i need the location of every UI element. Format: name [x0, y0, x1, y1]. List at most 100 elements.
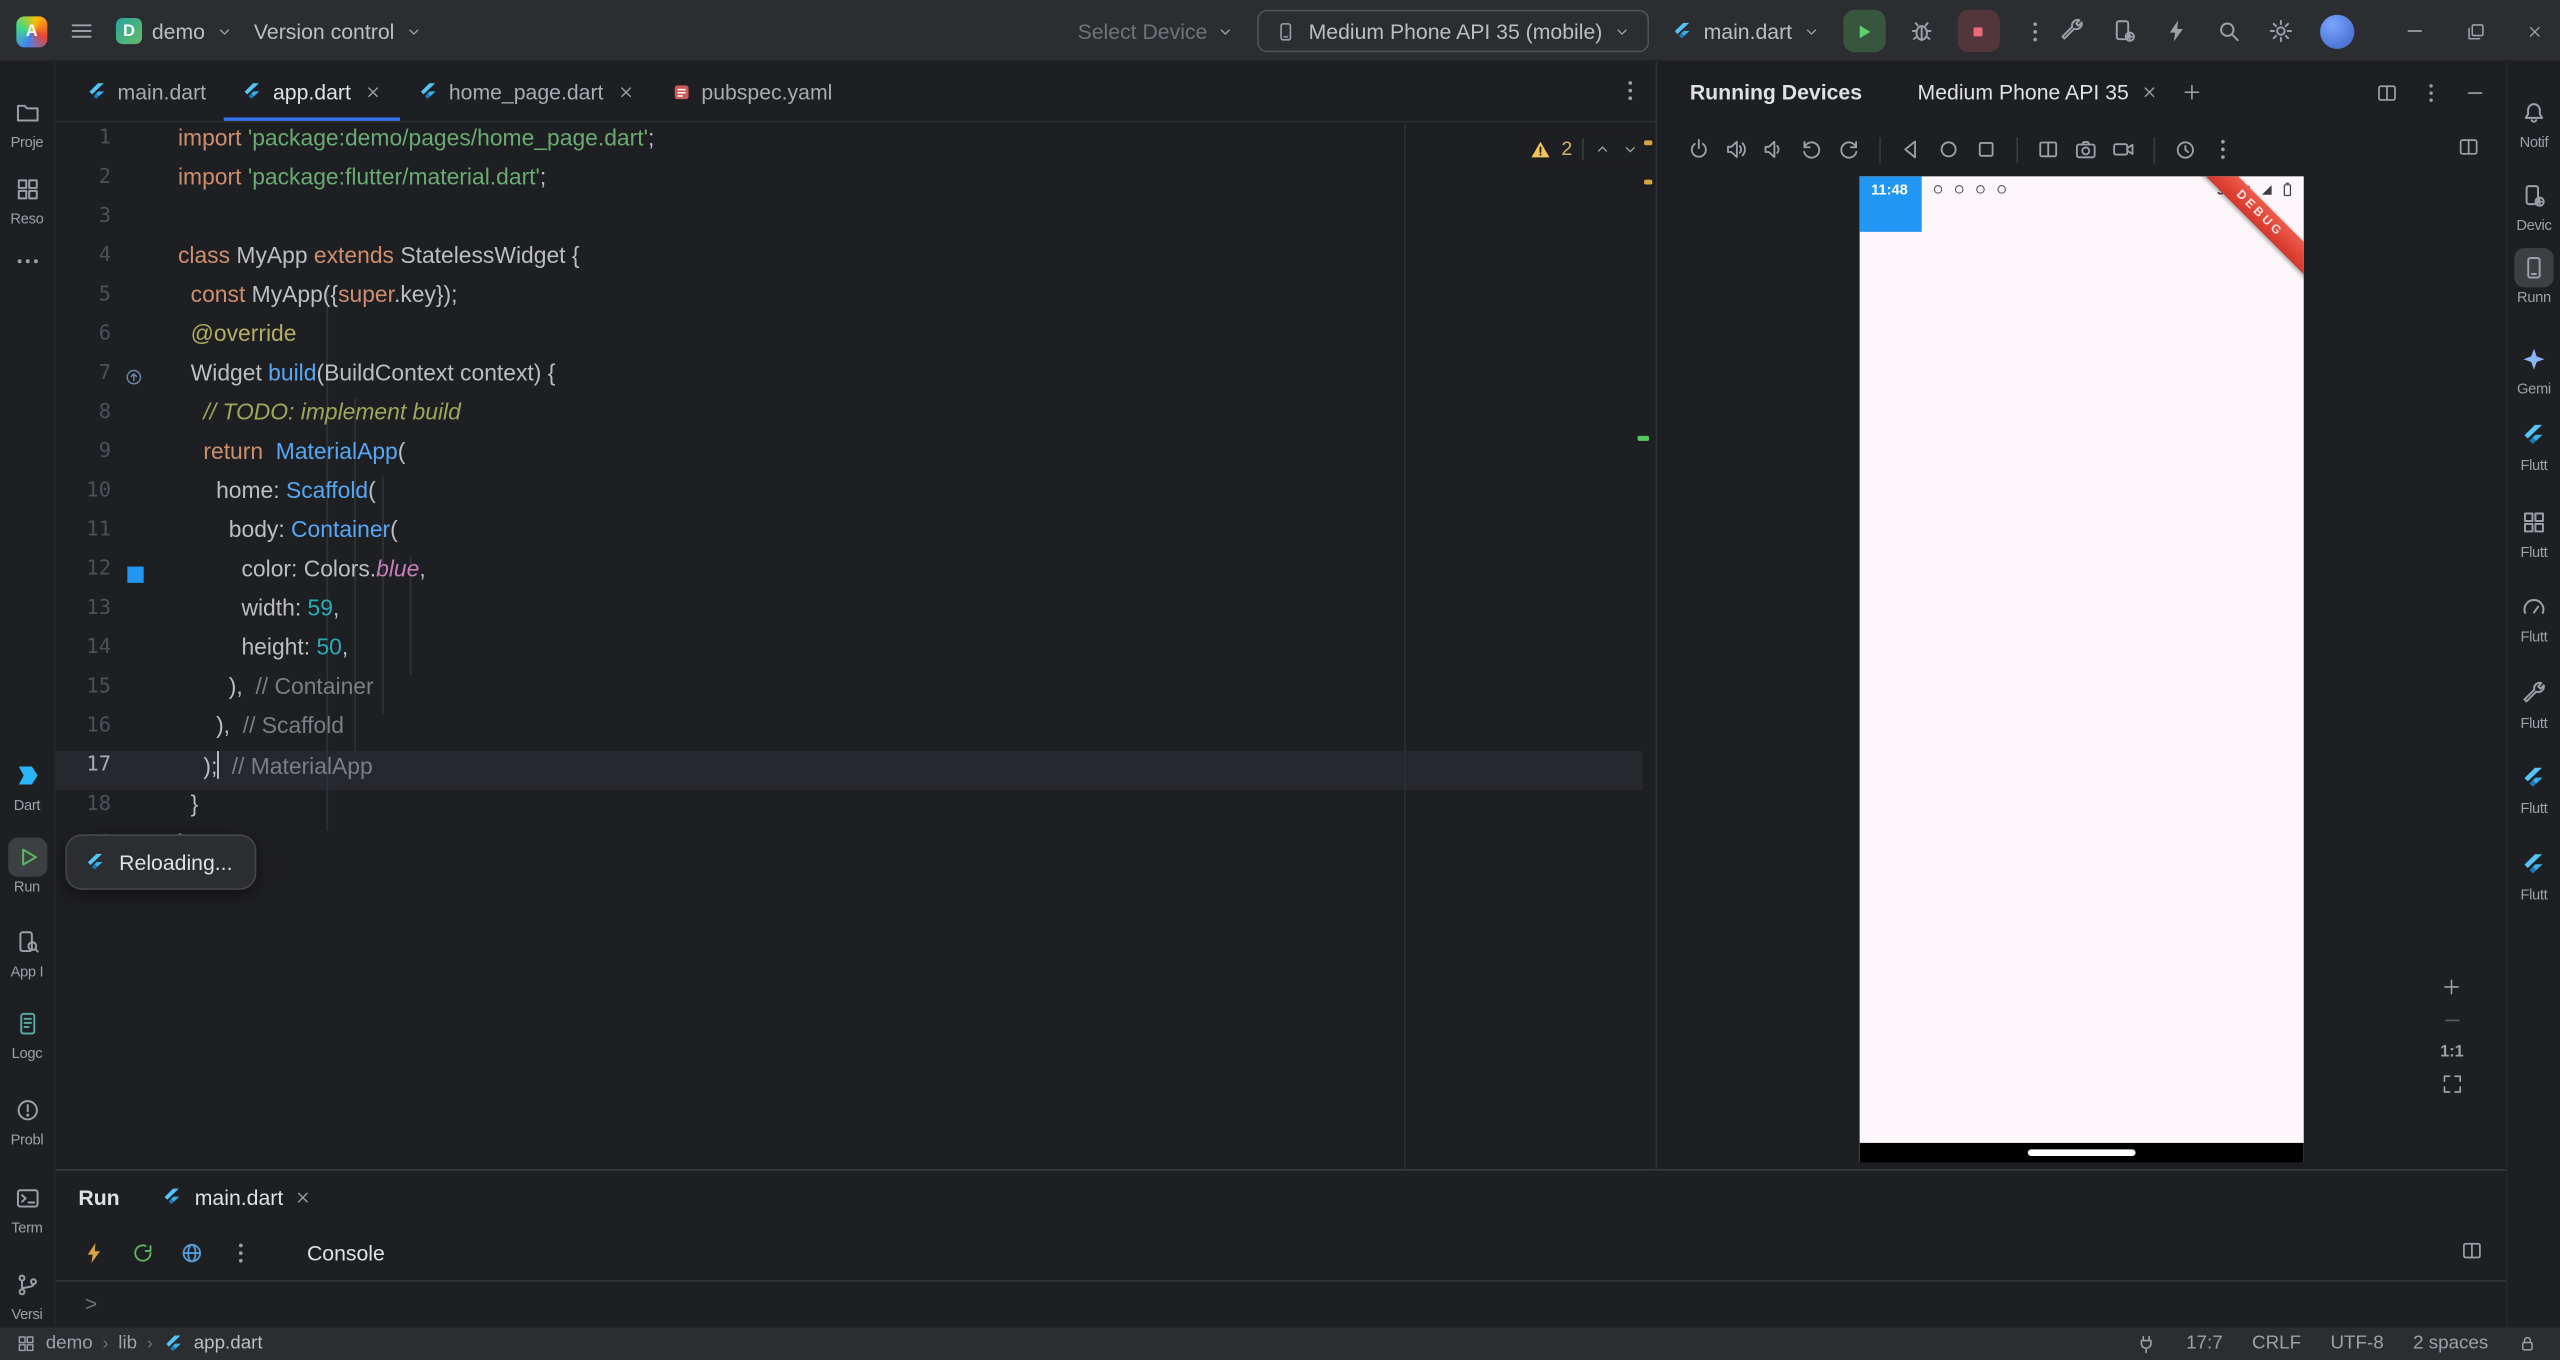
device-selector[interactable]: Medium Phone API 35 (mobile)	[1257, 9, 1650, 53]
code-line-19[interactable]: }	[176, 829, 1655, 868]
more-actions-icon[interactable]	[2022, 19, 2046, 43]
line-number[interactable]: 15	[56, 673, 111, 712]
line-number[interactable]: 4	[56, 242, 111, 281]
readonly-lock-icon[interactable]	[2518, 1334, 2538, 1354]
tool-window-button-flutter-inspector[interactable]: Flutt	[2508, 416, 2560, 473]
layout-options-icon[interactable]	[2376, 81, 2399, 104]
extended-controls-icon[interactable]	[2211, 137, 2235, 161]
hide-panel-icon[interactable]	[2464, 81, 2487, 104]
line-number[interactable]: 7	[56, 359, 111, 398]
code-line-14[interactable]: height: 50,	[176, 633, 1655, 672]
hot-reload-icon[interactable]	[82, 1240, 106, 1264]
user-avatar[interactable]	[2320, 13, 2355, 49]
emulator-screen[interactable]: 11:48 3G DEBUG	[1859, 176, 2304, 1163]
power-icon[interactable]	[1687, 137, 1711, 161]
editor-tab-pubspec.yaml[interactable]: pubspec.yaml	[652, 62, 850, 121]
prev-problem-icon[interactable]	[1594, 140, 1612, 158]
code-line-2[interactable]: import 'package:flutter/material.dart';	[176, 163, 1655, 202]
run-button[interactable]	[1842, 9, 1886, 53]
warning-stripe-mark[interactable]	[1644, 179, 1653, 185]
line-separator[interactable]: CRLF	[2252, 1334, 2301, 1354]
vcs-widget[interactable]: Version control	[254, 19, 422, 43]
tool-window-button-more-tool-windows[interactable]	[0, 242, 54, 281]
line-number[interactable]: 14	[56, 633, 111, 672]
code-editor[interactable]: 12345678910111213141516171819 import 'pa…	[55, 122, 1656, 1170]
code-line-11[interactable]: body: Container(	[176, 516, 1655, 555]
close-icon[interactable]	[2140, 83, 2158, 101]
snapshots-icon[interactable]	[2173, 137, 2197, 161]
sdk-manager-icon[interactable]	[2059, 18, 2085, 44]
zoom-out-icon[interactable]	[2441, 1009, 2464, 1032]
tool-window-button-dart-analysis[interactable]: Dart	[0, 756, 54, 813]
run-configuration-selector[interactable]: main.dart	[1673, 19, 1820, 43]
debug-button[interactable]	[1908, 18, 1934, 44]
code-line-15[interactable]: ), // Container	[176, 673, 1655, 712]
power-save-icon[interactable]	[2135, 1333, 2156, 1354]
fold-icon[interactable]	[2036, 137, 2060, 161]
code-line-5[interactable]: const MyApp({super.key});	[176, 281, 1655, 320]
line-number[interactable]: 8	[56, 398, 111, 437]
editor-gutter[interactable]: 12345678910111213141516171819	[56, 124, 177, 1169]
maximize-button[interactable]	[2465, 20, 2486, 41]
volume-down-icon[interactable]	[1762, 137, 1786, 161]
tool-window-button-version-control[interactable]: Versi	[0, 1265, 54, 1322]
tool-window-button-resource-manager[interactable]: Reso	[0, 170, 54, 227]
override-marker-icon[interactable]	[124, 367, 144, 387]
code-line-4[interactable]: class MyApp extends StatelessWidget {	[176, 242, 1655, 281]
line-number[interactable]: 9	[56, 438, 111, 477]
console-tab[interactable]: Console	[307, 1240, 385, 1264]
volume-up-icon[interactable]	[1724, 137, 1748, 161]
pip-icon[interactable]	[2457, 136, 2480, 159]
tool-window-button-flutter-outline[interactable]: Flutt	[2508, 503, 2560, 560]
tool-window-button-running-devices[interactable]: Runn	[2508, 248, 2560, 305]
search-everywhere-icon[interactable]	[2216, 18, 2242, 44]
project-selector[interactable]: D demo	[115, 17, 233, 45]
tool-window-button-app-inspection[interactable]: App I	[0, 922, 54, 980]
close-window-button[interactable]	[2526, 22, 2544, 40]
line-number[interactable]: 2	[56, 163, 111, 202]
close-icon[interactable]	[616, 82, 634, 100]
line-number[interactable]: 17	[56, 751, 111, 790]
zoom-fit-icon[interactable]	[2441, 1073, 2464, 1096]
caret-position[interactable]: 17:7	[2186, 1334, 2223, 1354]
settings-icon[interactable]	[2268, 18, 2294, 44]
more-actions-icon[interactable]	[229, 1240, 253, 1264]
code-line-12[interactable]: color: Colors.blue,	[176, 555, 1655, 594]
run-tab-main-dart[interactable]: main.dart	[162, 1185, 313, 1210]
line-number[interactable]: 5	[56, 281, 111, 320]
code-line-16[interactable]: ), // Scaffold	[176, 712, 1655, 751]
line-number[interactable]: 1	[56, 124, 111, 163]
zoom-reset-button[interactable]: 1:1	[2440, 1043, 2464, 1061]
line-number[interactable]: 16	[56, 712, 111, 751]
line-number[interactable]: 13	[56, 594, 111, 633]
line-number[interactable]: 12	[56, 555, 111, 594]
rotate-left-icon[interactable]	[1799, 137, 1823, 161]
gesture-pill[interactable]	[2027, 1149, 2136, 1156]
code-text[interactable]: import 'package:demo/pages/home_page.dar…	[176, 124, 1655, 1170]
select-device-dropdown[interactable]: Select Device	[1078, 19, 1236, 43]
line-number[interactable]: 6	[56, 320, 111, 359]
open-devtools-icon[interactable]	[180, 1240, 204, 1264]
code-line-3[interactable]	[176, 202, 1655, 241]
layout-settings-icon[interactable]	[2460, 1239, 2483, 1262]
tool-window-button-flutter-performance[interactable]: Flutt	[2508, 588, 2560, 645]
main-menu-icon[interactable]	[69, 18, 95, 44]
profiler-icon[interactable]	[2163, 18, 2189, 44]
code-line-18[interactable]: }	[176, 790, 1655, 829]
minimize-button[interactable]	[2403, 20, 2426, 43]
line-number[interactable]: 11	[56, 516, 111, 555]
screen-record-icon[interactable]	[2111, 137, 2135, 161]
editor-tab-main.dart[interactable]: main.dart	[69, 62, 224, 121]
tool-window-button-flutter-coverage[interactable]: Flutt	[2508, 759, 2560, 816]
tool-window-button-terminal[interactable]: Term	[0, 1179, 54, 1236]
tool-window-button-device-manager[interactable]: Devic	[2508, 176, 2560, 233]
rotate-right-icon[interactable]	[1837, 137, 1861, 161]
tool-window-button-logcat[interactable]: Logc	[0, 1004, 54, 1061]
tool-window-button-notifications[interactable]: Notif	[2508, 93, 2560, 150]
more-options-icon[interactable]	[2420, 81, 2443, 104]
screenshot-icon[interactable]	[2074, 137, 2098, 161]
code-line-7[interactable]: Widget build(BuildContext context) {	[176, 359, 1655, 398]
device-tab[interactable]: Medium Phone API 35	[1918, 80, 2159, 104]
close-icon[interactable]	[295, 1189, 313, 1207]
tool-window-button-flutter-devtools[interactable]: Flutt	[2508, 846, 2560, 903]
